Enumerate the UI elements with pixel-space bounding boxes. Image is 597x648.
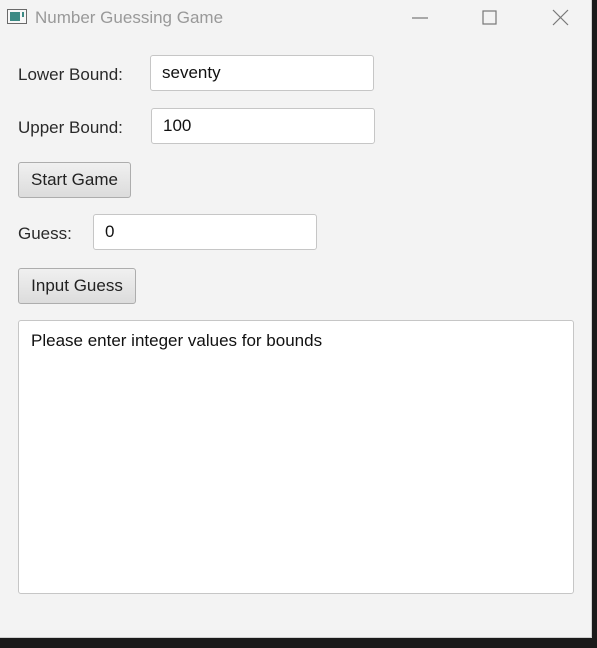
minimize-icon (412, 17, 428, 19)
input-guess-button[interactable]: Input Guess (18, 268, 136, 304)
start-game-button[interactable]: Start Game (18, 162, 131, 198)
close-icon (552, 9, 569, 26)
minimize-button[interactable] (397, 4, 443, 32)
lower-bound-label: Lower Bound: (18, 65, 123, 84)
upper-bound-label: Upper Bound: (18, 118, 123, 137)
close-button[interactable] (537, 4, 583, 32)
app-window-icon (7, 9, 27, 24)
output-message: Please enter integer values for bounds (31, 331, 323, 350)
upper-bound-input[interactable] (151, 108, 375, 144)
lower-bound-input[interactable] (150, 55, 374, 91)
guess-label: Guess: (18, 224, 72, 243)
window-title: Number Guessing Game (35, 8, 224, 27)
maximize-icon (482, 10, 497, 25)
output-text-area[interactable]: Please enter integer values for bounds (18, 320, 574, 594)
maximize-button[interactable] (466, 4, 512, 32)
title-bar[interactable]: Number Guessing Game (0, 0, 591, 36)
app-window: Number Guessing Game Lower Bound: Upper … (0, 0, 592, 638)
guess-input[interactable] (93, 214, 317, 250)
